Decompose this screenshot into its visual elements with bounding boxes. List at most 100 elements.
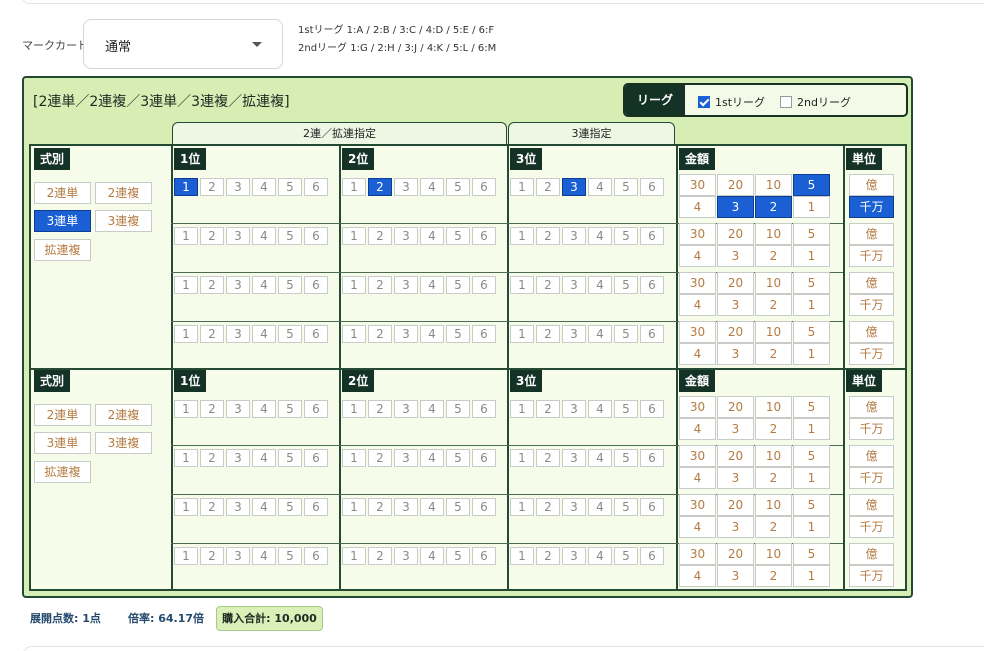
third-place-1-button[interactable]: 1 (510, 325, 534, 343)
third-place-4-button[interactable]: 4 (588, 547, 612, 565)
second-place-2-button[interactable]: 2 (368, 276, 392, 294)
second-place-6-button[interactable]: 6 (472, 276, 496, 294)
amount-3-button[interactable]: 3 (717, 467, 754, 489)
second-place-4-button[interactable]: 4 (420, 449, 444, 467)
second-place-1-button[interactable]: 1 (342, 276, 366, 294)
third-place-6-button[interactable]: 6 (640, 498, 664, 516)
amount-2-button[interactable]: 2 (755, 343, 792, 365)
second-place-3-button[interactable]: 3 (394, 325, 418, 343)
second-place-5-button[interactable]: 5 (446, 276, 470, 294)
first-place-5-button[interactable]: 5 (278, 400, 302, 418)
amount-3-button[interactable]: 3 (717, 516, 754, 538)
second-place-1-button[interactable]: 1 (342, 178, 366, 196)
third-place-2-button[interactable]: 2 (536, 449, 560, 467)
amount-5-button[interactable]: 5 (793, 174, 830, 196)
first-place-3-button[interactable]: 3 (226, 498, 250, 516)
first-place-1-button[interactable]: 1 (174, 547, 198, 565)
third-place-2-button[interactable]: 2 (536, 498, 560, 516)
amount-3-button[interactable]: 3 (717, 196, 754, 218)
amount-5-button[interactable]: 5 (793, 396, 830, 418)
amount-4-button[interactable]: 4 (679, 343, 716, 365)
mark-card-select[interactable]: 通常 (83, 19, 283, 69)
second-place-1-button[interactable]: 1 (342, 498, 366, 516)
third-place-4-button[interactable]: 4 (588, 498, 612, 516)
first-place-1-button[interactable]: 1 (174, 498, 198, 516)
amount-3-button[interactable]: 3 (717, 294, 754, 316)
third-place-5-button[interactable]: 5 (614, 325, 638, 343)
second-place-1-button[interactable]: 1 (342, 227, 366, 245)
third-place-2-button[interactable]: 2 (536, 178, 560, 196)
second-place-2-button[interactable]: 2 (368, 449, 392, 467)
second-place-3-button[interactable]: 3 (394, 400, 418, 418)
amount-30-button[interactable]: 30 (679, 174, 716, 196)
amount-10-button[interactable]: 10 (755, 494, 792, 516)
second-place-1-button[interactable]: 1 (342, 449, 366, 467)
bet-type-2-button[interactable]: 2連複 (95, 404, 152, 426)
unit-oku-button[interactable]: 億 (849, 223, 894, 245)
second-place-2-button[interactable]: 2 (368, 227, 392, 245)
amount-4-button[interactable]: 4 (679, 565, 716, 587)
third-place-4-button[interactable]: 4 (588, 276, 612, 294)
bet-type-5-button[interactable]: 拡連複 (34, 239, 91, 261)
third-place-5-button[interactable]: 5 (614, 449, 638, 467)
first-place-4-button[interactable]: 4 (252, 498, 276, 516)
bet-type-2-button[interactable]: 2連複 (95, 182, 152, 204)
second-place-3-button[interactable]: 3 (394, 449, 418, 467)
third-place-2-button[interactable]: 2 (536, 227, 560, 245)
third-place-5-button[interactable]: 5 (614, 178, 638, 196)
third-place-6-button[interactable]: 6 (640, 178, 664, 196)
amount-2-button[interactable]: 2 (755, 196, 792, 218)
third-place-4-button[interactable]: 4 (588, 400, 612, 418)
third-place-1-button[interactable]: 1 (510, 276, 534, 294)
first-place-5-button[interactable]: 5 (278, 325, 302, 343)
first-place-3-button[interactable]: 3 (226, 276, 250, 294)
unit-senman-button[interactable]: 千万 (849, 245, 894, 267)
first-place-2-button[interactable]: 2 (200, 400, 224, 418)
second-place-5-button[interactable]: 5 (446, 498, 470, 516)
first-place-2-button[interactable]: 2 (200, 276, 224, 294)
amount-4-button[interactable]: 4 (679, 467, 716, 489)
amount-5-button[interactable]: 5 (793, 223, 830, 245)
third-place-4-button[interactable]: 4 (588, 227, 612, 245)
third-place-6-button[interactable]: 6 (640, 325, 664, 343)
unit-oku-button[interactable]: 億 (849, 494, 894, 516)
third-place-6-button[interactable]: 6 (640, 449, 664, 467)
unit-senman-button[interactable]: 千万 (849, 418, 894, 440)
amount-10-button[interactable]: 10 (755, 445, 792, 467)
third-place-3-button[interactable]: 3 (562, 325, 586, 343)
third-place-4-button[interactable]: 4 (588, 178, 612, 196)
amount-1-button[interactable]: 1 (793, 196, 830, 218)
unit-senman-button[interactable]: 千万 (849, 294, 894, 316)
amount-30-button[interactable]: 30 (679, 396, 716, 418)
amount-4-button[interactable]: 4 (679, 418, 716, 440)
amount-30-button[interactable]: 30 (679, 223, 716, 245)
first-place-1-button[interactable]: 1 (174, 276, 198, 294)
amount-1-button[interactable]: 1 (793, 565, 830, 587)
third-place-3-button[interactable]: 3 (562, 449, 586, 467)
first-place-4-button[interactable]: 4 (252, 325, 276, 343)
first-place-4-button[interactable]: 4 (252, 547, 276, 565)
third-place-4-button[interactable]: 4 (588, 449, 612, 467)
second-place-2-button[interactable]: 2 (368, 547, 392, 565)
first-place-3-button[interactable]: 3 (226, 449, 250, 467)
amount-4-button[interactable]: 4 (679, 245, 716, 267)
third-place-1-button[interactable]: 1 (510, 547, 534, 565)
amount-20-button[interactable]: 20 (717, 223, 754, 245)
third-place-5-button[interactable]: 5 (614, 276, 638, 294)
first-place-2-button[interactable]: 2 (200, 325, 224, 343)
amount-5-button[interactable]: 5 (793, 494, 830, 516)
amount-10-button[interactable]: 10 (755, 396, 792, 418)
second-place-6-button[interactable]: 6 (472, 400, 496, 418)
amount-5-button[interactable]: 5 (793, 445, 830, 467)
third-place-1-button[interactable]: 1 (510, 178, 534, 196)
third-place-2-button[interactable]: 2 (536, 325, 560, 343)
amount-5-button[interactable]: 5 (793, 543, 830, 565)
amount-20-button[interactable]: 20 (717, 321, 754, 343)
second-place-1-button[interactable]: 1 (342, 325, 366, 343)
second-place-2-button[interactable]: 2 (368, 325, 392, 343)
bet-type-1-button[interactable]: 2連単 (34, 182, 91, 204)
second-place-3-button[interactable]: 3 (394, 498, 418, 516)
unit-senman-button[interactable]: 千万 (849, 467, 894, 489)
first-place-2-button[interactable]: 2 (200, 449, 224, 467)
first-place-6-button[interactable]: 6 (304, 325, 328, 343)
